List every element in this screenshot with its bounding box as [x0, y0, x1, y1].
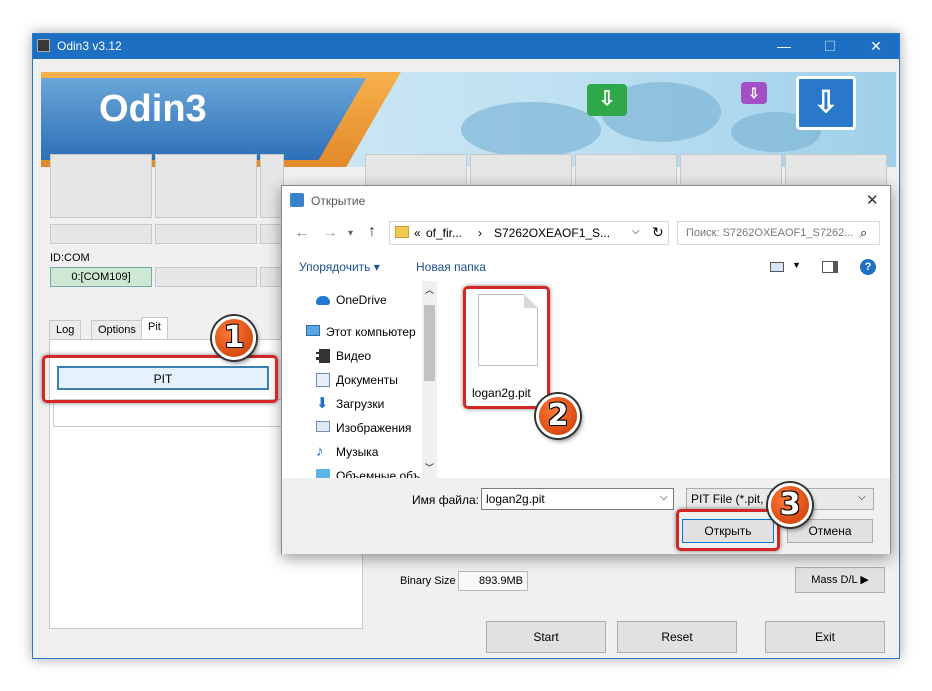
dialog-app-icon [290, 193, 304, 207]
device-slot [365, 154, 467, 186]
navigation-pane: OneDrive Этот компьютер Видео Документы … [282, 281, 437, 478]
reset-button[interactable]: Reset [617, 621, 737, 653]
scroll-up-icon[interactable]: ︿ [425, 283, 434, 296]
search-input[interactable]: Поиск: S7262OXEAOF1_S7262... [677, 221, 880, 245]
breadcrumb-overflow[interactable]: « [414, 226, 421, 240]
odin-titlebar: Odin3 v3.12 — ☐ ✕ [33, 34, 899, 59]
minimize-button[interactable]: — [761, 34, 807, 59]
search-icon: ⌕ [860, 225, 868, 240]
nav-scrollbar[interactable]: ︿ ﹀ [422, 281, 437, 478]
folder-icon [395, 226, 409, 238]
device-slot-small [50, 224, 152, 244]
address-dropdown-icon[interactable]: ⌵ [632, 226, 640, 237]
recent-chevron-icon[interactable]: ▾ [348, 228, 353, 239]
device-slot [470, 154, 572, 186]
pit-file-field [53, 399, 283, 427]
annotation-badge-3: 3 [768, 483, 812, 527]
dialog-close-button[interactable]: ✕ [866, 191, 879, 209]
tab-pit[interactable]: Pit [141, 317, 168, 340]
address-bar[interactable]: « of_fir... › S7262OXEAOF1_S... ⌵ ↻ [389, 221, 669, 245]
download-purple-icon: ⇩ [741, 82, 767, 104]
preview-pane-icon[interactable] [822, 261, 838, 273]
tab-options[interactable]: Options [91, 320, 143, 340]
video-folder-icon [316, 349, 330, 363]
breadcrumb-separator: › [478, 226, 482, 240]
odin-app-icon [37, 39, 50, 52]
exit-button[interactable]: Exit [765, 621, 885, 653]
binary-size-value: 893.9MB [458, 571, 528, 591]
annotation-box-pit [42, 355, 278, 403]
pictures-folder-icon [316, 421, 330, 432]
odin-window-title: Odin3 v3.12 [57, 39, 122, 53]
3d-objects-icon [316, 469, 330, 478]
file-type-dropdown-icon[interactable]: ⌵ [858, 492, 866, 503]
scroll-thumb[interactable] [424, 305, 435, 381]
scroll-down-icon[interactable]: ﹀ [425, 461, 434, 474]
download-arrow-icon: ⬇ [316, 395, 329, 412]
binary-size-label: Binary Size [400, 575, 456, 587]
forward-arrow-icon[interactable]: → [322, 224, 338, 242]
device-slot [575, 154, 677, 186]
computer-icon [306, 325, 320, 336]
id-com-label: ID:COM [50, 252, 90, 264]
refresh-icon[interactable]: ↻ [652, 224, 664, 241]
odin-logo: Odin3 [99, 88, 207, 130]
close-button[interactable]: ✕ [853, 34, 899, 59]
com-slot [155, 267, 257, 287]
music-note-icon: ♪ [316, 443, 324, 460]
filename-input[interactable]: logan2g.pit [481, 488, 674, 510]
organize-menu[interactable]: Упорядочить ▾ [299, 260, 380, 274]
start-button[interactable]: Start [486, 621, 606, 653]
view-options-icon[interactable] [770, 262, 784, 272]
device-slot [50, 154, 152, 218]
breadcrumb-of-fir[interactable]: of_fir... [426, 226, 462, 240]
breadcrumb-current[interactable]: S7262OXEAOF1_S... [494, 226, 610, 240]
filename-dropdown-icon[interactable]: ⌵ [660, 492, 668, 503]
download-blue-icon: ⇩ [796, 76, 856, 130]
maximize-button[interactable]: ☐ [807, 34, 853, 59]
download-green-icon: ⇩ [587, 84, 627, 116]
new-folder-button[interactable]: Новая папка [416, 260, 486, 274]
device-slot [155, 154, 257, 218]
dialog-title: Открытие [311, 194, 366, 208]
annotation-box-file [463, 286, 550, 409]
com-port-box: 0:[COM109] [50, 267, 152, 287]
annotation-badge-2: 2 [536, 394, 580, 438]
mass-dl-button[interactable]: Mass D/L ▶ [795, 567, 885, 593]
documents-folder-icon [316, 373, 330, 387]
help-icon[interactable]: ? [860, 259, 876, 275]
odin-banner: Odin3 ⇩ ⇩ ⇩ [41, 72, 896, 167]
back-arrow-icon[interactable]: ← [294, 224, 310, 242]
annotation-box-open [676, 509, 780, 551]
cloud-icon [316, 296, 330, 305]
view-dropdown-icon[interactable]: ▼ [792, 260, 801, 270]
annotation-badge-1: 1 [212, 316, 256, 360]
tab-log[interactable]: Log [49, 320, 82, 340]
device-slot [680, 154, 782, 186]
filename-label: Имя файла: [412, 493, 479, 507]
device-slot [785, 154, 887, 186]
up-arrow-icon[interactable]: ↑ [368, 223, 376, 241]
device-slot-small [155, 224, 257, 244]
